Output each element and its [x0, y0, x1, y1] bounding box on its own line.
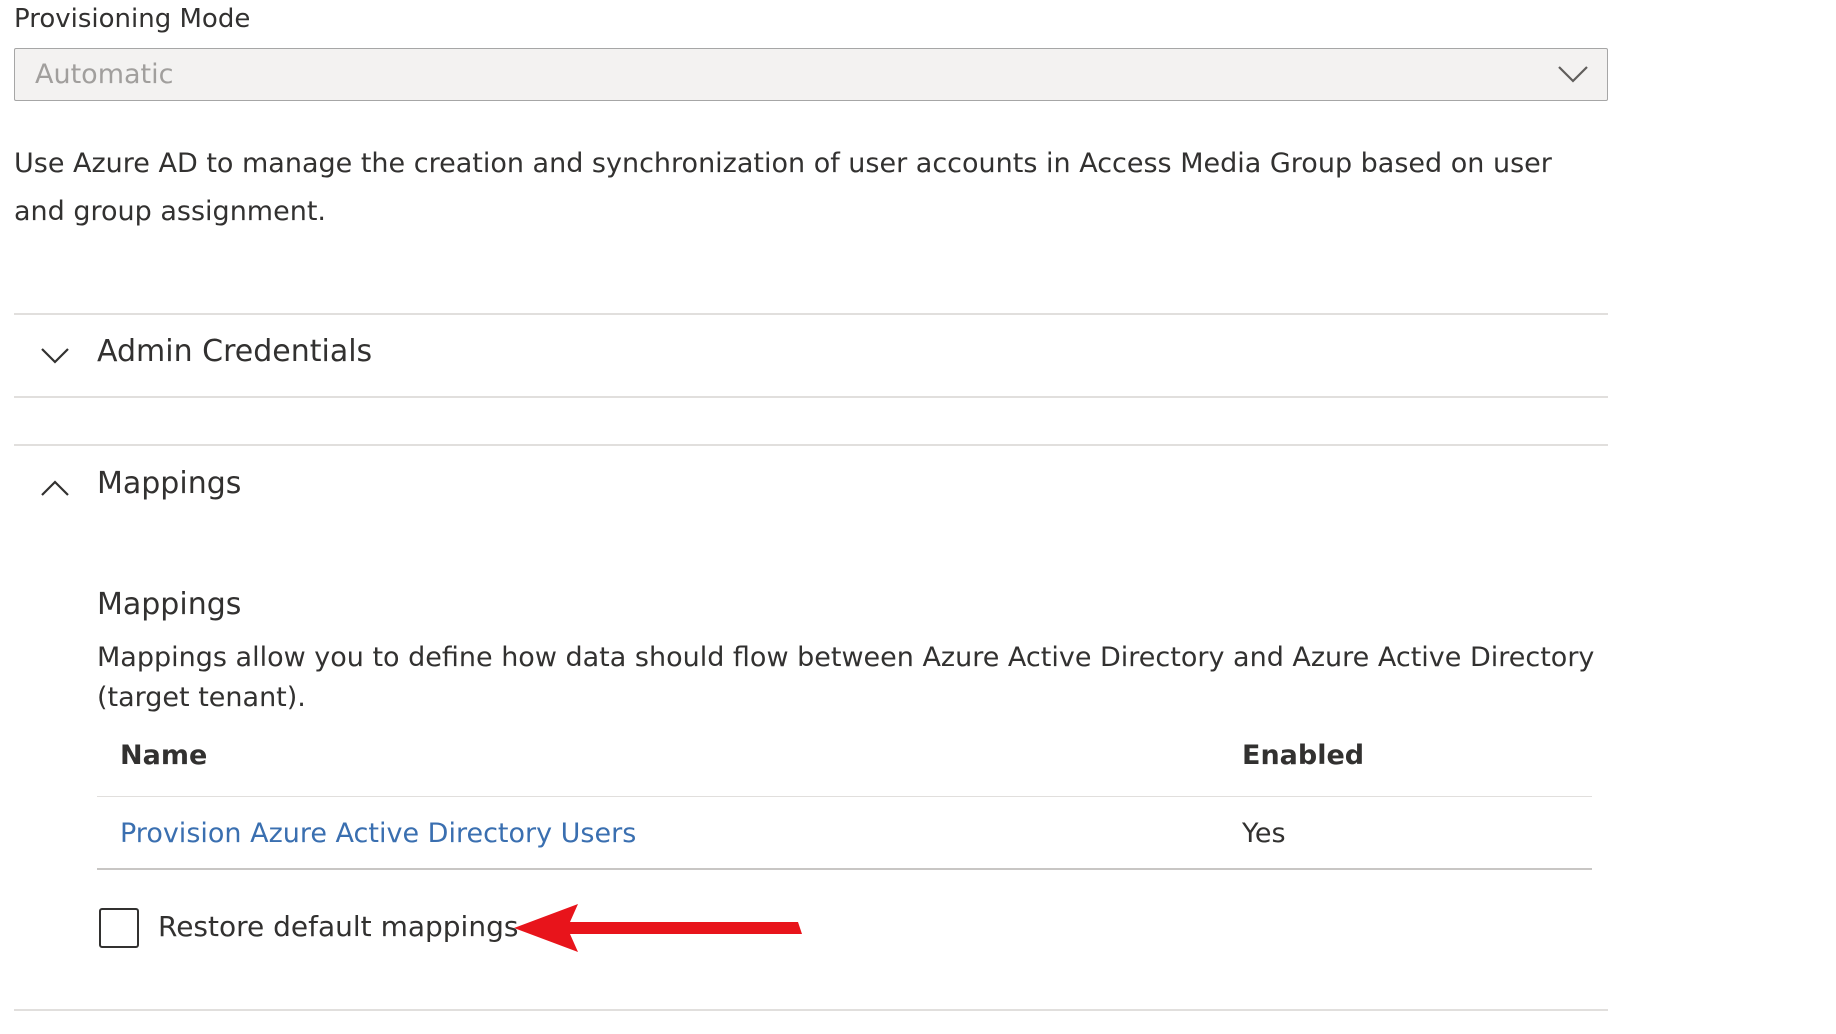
mapping-name-link[interactable]: Provision Azure Active Directory Users: [120, 818, 636, 849]
mappings-section-header[interactable]: Mappings: [14, 448, 1608, 528]
restore-default-mappings-checkbox[interactable]: [99, 908, 139, 948]
section-divider: [14, 313, 1608, 315]
chevron-down-icon: [41, 348, 69, 364]
mapping-enabled-value: Yes: [1242, 818, 1286, 849]
provisioning-description: Use Azure AD to manage the creation and …: [14, 148, 1552, 227]
section-divider: [14, 1009, 1608, 1011]
red-arrow-icon: [514, 904, 802, 952]
table-header-divider: [97, 796, 1592, 797]
mappings-section-title: Mappings: [97, 466, 242, 501]
table-bottom-divider: [97, 868, 1592, 870]
chevron-up-icon: [41, 480, 69, 496]
column-header-enabled: Enabled: [1242, 740, 1365, 771]
restore-default-mappings-label[interactable]: Restore default mappings: [158, 910, 518, 943]
mappings-subtitle: Mappings: [97, 587, 242, 622]
section-divider: [14, 444, 1608, 446]
chevron-down-icon: [1558, 66, 1588, 83]
admin-credentials-title: Admin Credentials: [97, 334, 373, 369]
provisioning-mode-label: Provisioning Mode: [14, 4, 251, 34]
column-header-name: Name: [120, 740, 208, 771]
provisioning-mode-dropdown[interactable]: Automatic: [14, 48, 1608, 101]
mappings-description: Mappings allow you to define how data sh…: [97, 642, 1595, 713]
admin-credentials-section-header[interactable]: Admin Credentials: [14, 316, 1608, 396]
section-divider: [14, 396, 1608, 398]
provisioning-mode-value: Automatic: [35, 59, 174, 90]
